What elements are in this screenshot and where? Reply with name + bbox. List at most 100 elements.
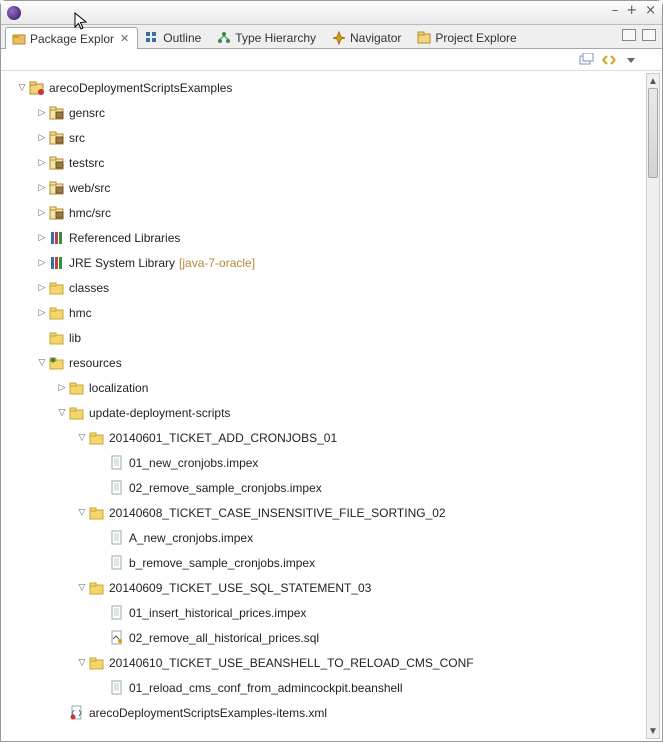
tree-file[interactable]: arecoDeploymentScriptsExamples-items.xml [7, 700, 644, 725]
scroll-down-arrow-icon[interactable]: ▼ [647, 724, 659, 738]
expander-icon[interactable]: ▽ [75, 506, 89, 520]
tab-package-explorer[interactable]: Package Explor ✕ [5, 27, 138, 49]
tree-item-label: JRE System Library [69, 256, 175, 270]
tree-file[interactable]: 01_new_cronjobs.impex [7, 450, 644, 475]
tree-folder[interactable]: ▽ 20140610_TICKET_USE_BEANSHELL_TO_RELOAD… [7, 650, 644, 675]
expander-icon[interactable]: ▷ [35, 106, 49, 120]
tree-item-label: update-deployment-scripts [89, 406, 230, 420]
folder-icon [89, 655, 105, 671]
tree-file[interactable]: 02_remove_sample_cronjobs.impex [7, 475, 644, 500]
tree-folder[interactable]: ▷ src [7, 125, 644, 150]
tree-folder[interactable]: ▽20140609_TICKET_USE_SQL_STATEMENT_03 [7, 575, 644, 600]
tree-folder[interactable]: ▷ gensrc [7, 100, 644, 125]
tree-file[interactable]: b_remove_sample_cronjobs.impex [7, 550, 644, 575]
tab-project-explorer[interactable]: Project Explore [410, 26, 525, 48]
expander-icon [95, 606, 109, 620]
expander-icon[interactable]: ▽ [75, 431, 89, 445]
expander-icon[interactable]: ▷ [35, 131, 49, 145]
tree-item-label: src [69, 131, 85, 145]
tree-file[interactable]: 02_remove_all_historical_prices.sql [7, 625, 644, 650]
expander-icon[interactable]: ▷ [35, 206, 49, 220]
scroll-up-arrow-icon[interactable]: ▲ [647, 74, 659, 88]
package-folder-icon [49, 205, 65, 221]
minimize-button[interactable]: – [612, 4, 619, 18]
close-button[interactable]: × [645, 4, 656, 18]
tree-file[interactable]: 01_reload_cms_conf_from_admincockpit.bea… [7, 675, 644, 700]
view-tabbar: Package Explor ✕ OutlineType Hierarchy Navi… [1, 25, 662, 49]
expander-icon[interactable]: ▷ [35, 231, 49, 245]
expander-icon [95, 531, 109, 545]
tab-label: Navigator [350, 31, 401, 45]
expander-icon [95, 631, 109, 645]
tree-item-label: 20140601_TICKET_ADD_CRONJOBS_01 [109, 431, 337, 445]
project-explorer-icon [417, 31, 431, 45]
tree-item-label: arecoDeploymentScriptsExamples [49, 81, 232, 95]
package-folder-icon [49, 155, 65, 171]
tab-type-hierarchy[interactable]: Type Hierarchy [210, 26, 325, 48]
expander-icon[interactable]: ▽ [75, 581, 89, 595]
tab-outline[interactable]: Outline [138, 26, 210, 48]
expander-icon [95, 556, 109, 570]
tree-item-label: web/src [69, 181, 110, 195]
tree-item-label: localization [89, 381, 148, 395]
expander-icon[interactable]: ▷ [35, 306, 49, 320]
view-toolbar [1, 49, 662, 71]
tree-folder[interactable]: ▷ web/src [7, 175, 644, 200]
view-menu-button[interactable] [622, 52, 640, 68]
tab-navigator[interactable]: Navigator [325, 26, 410, 48]
scrollbar-thumb[interactable] [648, 88, 658, 178]
tree-folder[interactable]: ▷ localization [7, 375, 644, 400]
expander-icon[interactable]: ▽ [15, 81, 29, 95]
tree-item-suffix: [java-7-oracle] [179, 256, 255, 270]
expander-icon[interactable]: ▷ [35, 156, 49, 170]
tree-folder[interactable]: ▷hmc [7, 300, 644, 325]
expander-icon [35, 331, 49, 345]
library-icon [49, 230, 65, 246]
package-explorer-tree[interactable]: ▽arecoDeploymentScriptsExamples▷gensrc▷s… [1, 71, 644, 741]
expander-icon[interactable]: ▽ [35, 356, 49, 370]
xml-icon [69, 705, 85, 721]
expander-icon[interactable]: ▷ [35, 181, 49, 195]
maximize-button[interactable]: + [626, 4, 637, 18]
tree-folder[interactable]: ▽ arecoDeploymentScriptsExamples [7, 75, 644, 100]
file-icon [109, 605, 125, 621]
tree-folder[interactable]: ▽ 20140608_TICKET_CASE_INSENSITIVE_FILE_S… [7, 500, 644, 525]
tree-file[interactable]: A_new_cronjobs.impex [7, 525, 644, 550]
tree-item-label: resources [69, 356, 122, 370]
tab-label: Package Explor [30, 32, 114, 46]
tree-folder[interactable]: ▽ update-deployment-scripts [7, 400, 644, 425]
expander-icon [95, 456, 109, 470]
minimize-view-button[interactable] [622, 29, 636, 41]
folder-decorated-icon [49, 355, 65, 371]
maximize-view-button[interactable] [642, 29, 656, 41]
expander-icon[interactable]: ▷ [35, 281, 49, 295]
eclipse-icon [7, 6, 21, 20]
file-icon [109, 680, 125, 696]
file-icon [109, 555, 125, 571]
expander-icon[interactable]: ▷ [55, 381, 69, 395]
expander-icon[interactable]: ▽ [75, 656, 89, 670]
tree-folder[interactable]: ▽ 20140601_TICKET_ADD_CRONJOBS_01 [7, 425, 644, 450]
expander-icon [55, 706, 69, 720]
close-tab-icon[interactable]: ✕ [120, 32, 129, 45]
tree-item-label: gensrc [69, 106, 105, 120]
tree-item-label: 20140610_TICKET_USE_BEANSHELL_TO_RELOAD_… [109, 656, 474, 670]
tree-folder[interactable]: ▷testsrc [7, 150, 644, 175]
package-explorer-icon [12, 32, 26, 46]
tree-file[interactable]: 01_insert_historical_prices.impex [7, 600, 644, 625]
tree-folder[interactable]: ▽ resources [7, 350, 644, 375]
expander-icon[interactable]: ▽ [55, 406, 69, 420]
tree-file[interactable]: ▷ JRE System Library [java-7-oracle] [7, 250, 644, 275]
expander-icon [95, 681, 109, 695]
link-with-editor-button[interactable] [600, 52, 618, 68]
vertical-scrollbar[interactable]: ▲ ▼ [646, 73, 660, 739]
tree-folder[interactable]: lib [7, 325, 644, 350]
expander-icon[interactable]: ▷ [35, 256, 49, 270]
collapse-all-button[interactable] [578, 52, 596, 68]
tree-item-label: 20140608_TICKET_CASE_INSENSITIVE_FILE_SO… [109, 506, 446, 520]
tree-folder[interactable]: ▷hmc/src [7, 200, 644, 225]
tree-file[interactable]: ▷Referenced Libraries [7, 225, 644, 250]
tree-folder[interactable]: ▷ classes [7, 275, 644, 300]
folder-icon [69, 380, 85, 396]
tree-item-label: classes [69, 281, 109, 295]
